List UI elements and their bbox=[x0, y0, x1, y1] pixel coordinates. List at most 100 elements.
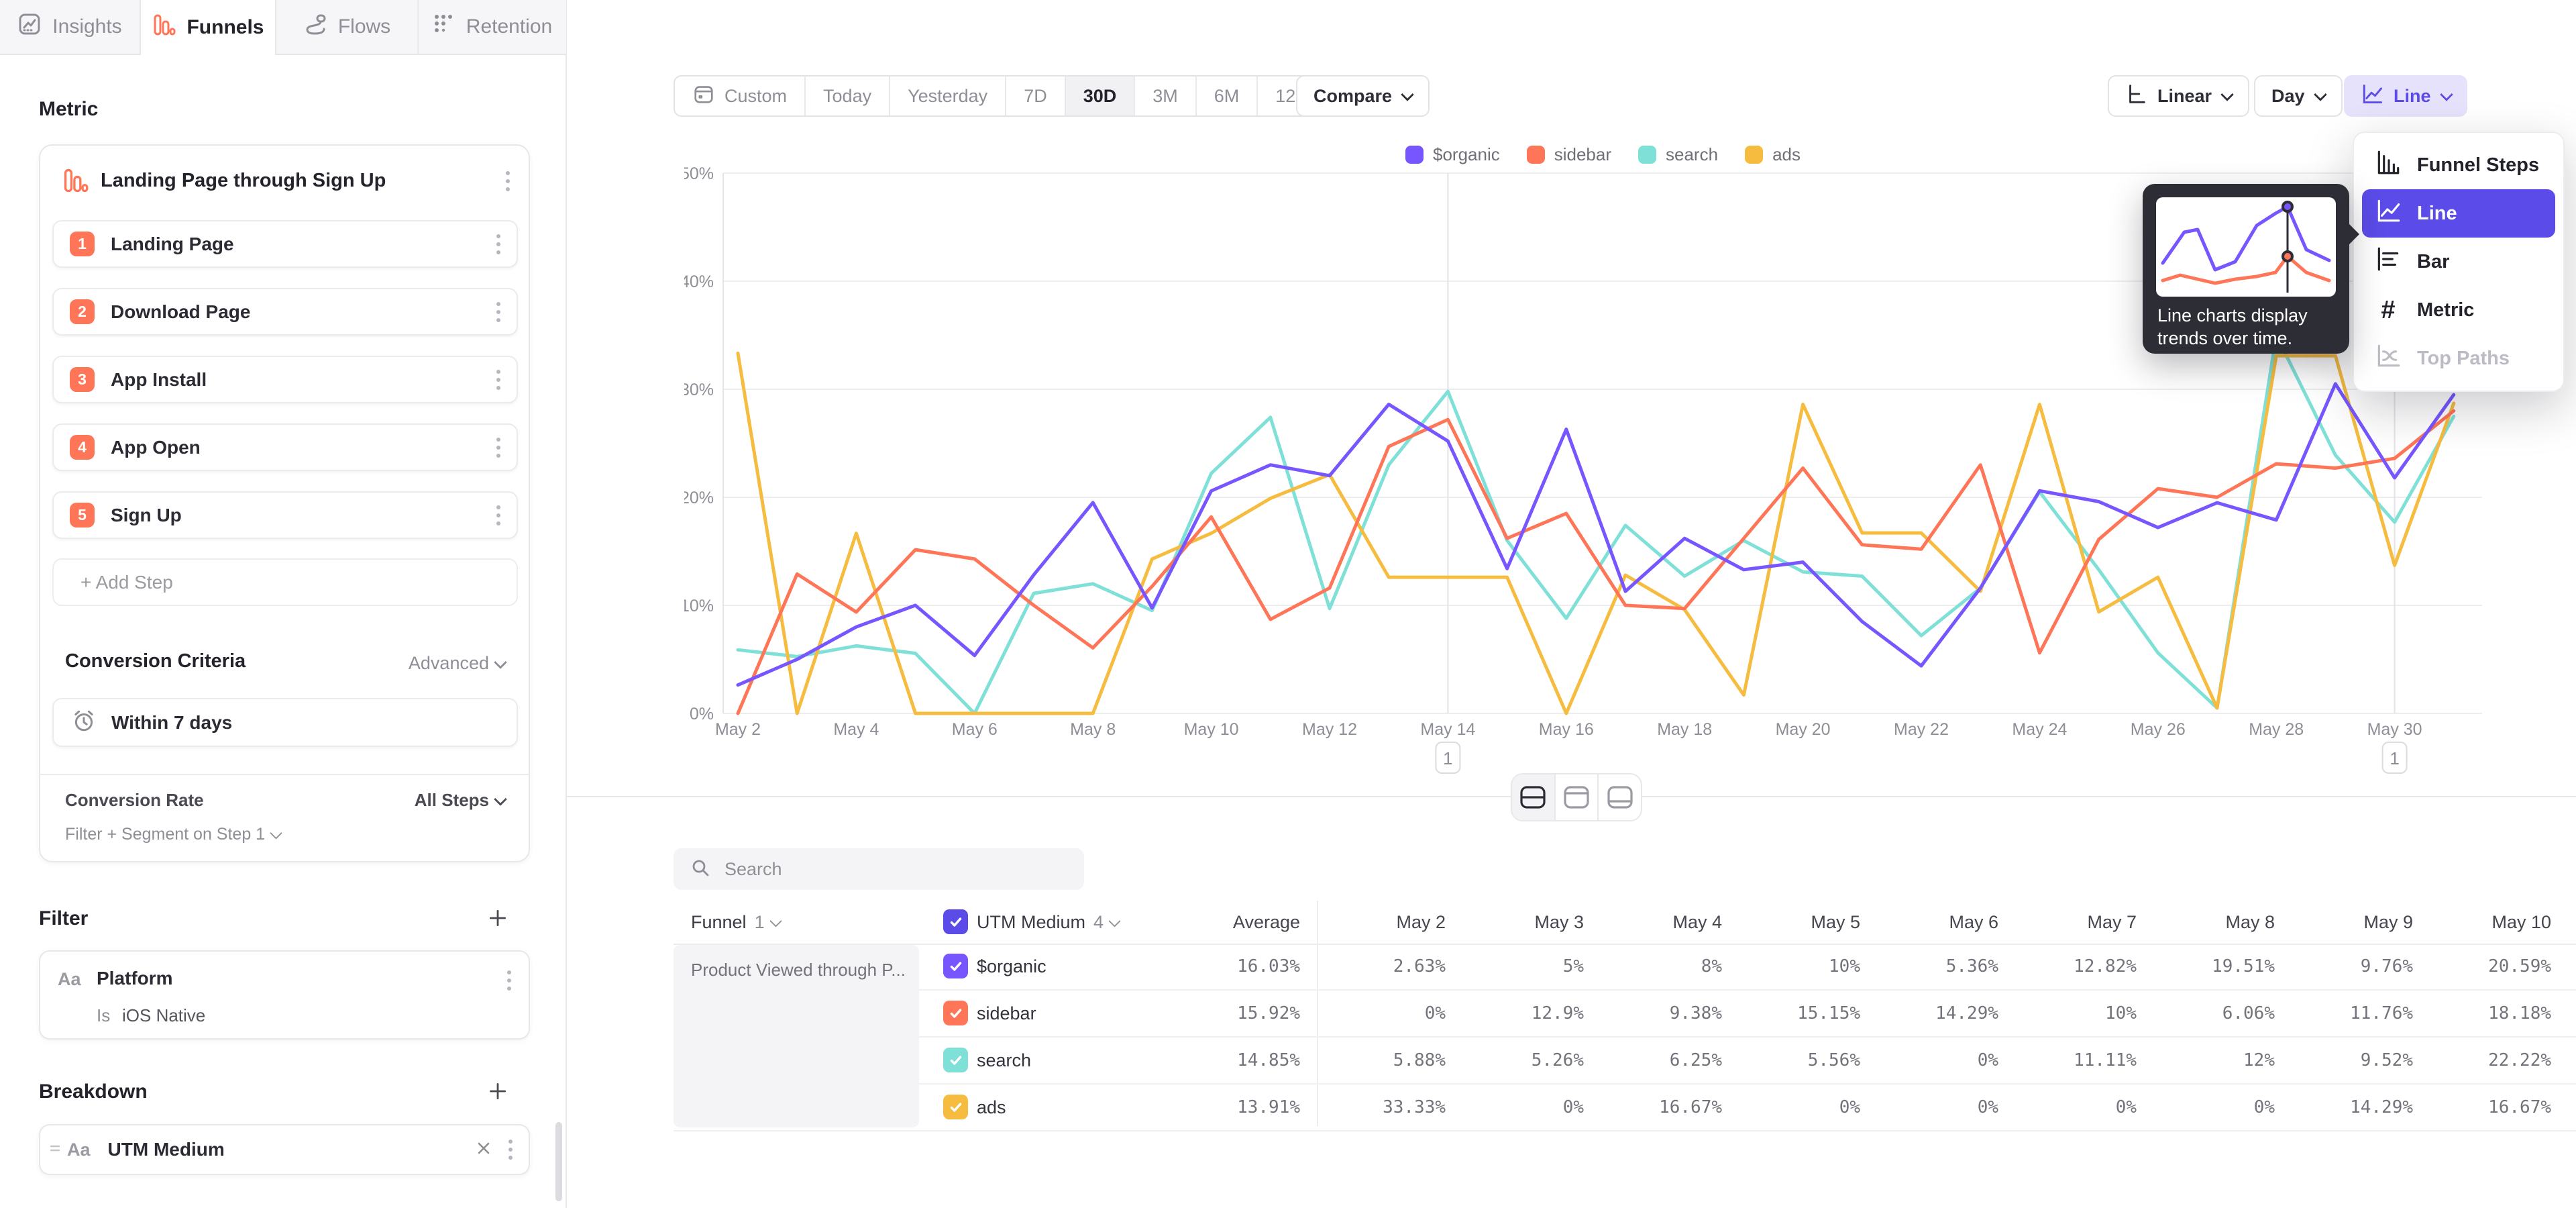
step-kebab-icon[interactable] bbox=[496, 302, 500, 322]
cell-value: 14.29% bbox=[1871, 991, 1998, 1036]
x-tick-label: May 10 bbox=[1184, 720, 1239, 739]
cell-value: 5.56% bbox=[1733, 1038, 1860, 1083]
add-step-button[interactable]: + Add Step bbox=[52, 558, 518, 606]
compare-button[interactable]: Compare bbox=[1296, 75, 1430, 117]
step-kebab-icon[interactable] bbox=[496, 370, 500, 390]
layout-toggle-group bbox=[1511, 773, 1642, 821]
cell-value: 10% bbox=[2009, 991, 2137, 1036]
step-number-badge: 1 bbox=[70, 232, 95, 256]
x-tick-label: May 8 bbox=[1070, 720, 1116, 739]
search-input[interactable] bbox=[723, 858, 1068, 880]
tab-retention[interactable]: Retention bbox=[419, 0, 565, 54]
remove-breakdown-icon[interactable] bbox=[474, 1138, 494, 1162]
menu-item-line[interactable]: Line bbox=[2362, 189, 2555, 238]
conversion-rate-dropdown[interactable]: All Steps bbox=[415, 790, 505, 811]
filter-card[interactable]: Aa Platform Is iOS Native bbox=[39, 950, 530, 1040]
row-checkbox[interactable] bbox=[943, 1095, 968, 1119]
cell-value: 18.18% bbox=[2424, 991, 2551, 1036]
funnel-step-row[interactable]: 1Landing Page bbox=[52, 220, 518, 268]
y-tick-label: 30% bbox=[684, 381, 714, 399]
breakdown-kebab-icon[interactable] bbox=[508, 1140, 513, 1160]
annotation-badge[interactable]: 1 bbox=[1436, 742, 1460, 773]
cell-value: 19.51% bbox=[2147, 944, 2275, 989]
cell-value: 0% bbox=[1871, 1085, 1998, 1130]
drag-handle-icon[interactable] bbox=[48, 1140, 62, 1160]
range-yesterday[interactable]: Yesterday bbox=[890, 77, 1006, 115]
range-6m[interactable]: 6M bbox=[1197, 77, 1258, 115]
menu-item-metric[interactable]: #Metric bbox=[2362, 286, 2555, 334]
table-row: search14.85%5.88%5.26%6.25%5.56%0%11.11%… bbox=[674, 1038, 2576, 1085]
table-row: $organic16.03%2.63%5%8%10%5.36%12.82%19.… bbox=[674, 944, 2576, 991]
x-tick-label: May 26 bbox=[2131, 720, 2186, 739]
cell-value: 9.52% bbox=[2286, 1038, 2413, 1083]
layout-chart-only-button[interactable] bbox=[1556, 774, 1599, 820]
cell-value: 13.91% bbox=[1173, 1085, 1300, 1130]
step-kebab-icon[interactable] bbox=[496, 234, 500, 254]
y-tick-label: 10% bbox=[684, 597, 714, 615]
row-checkbox[interactable] bbox=[943, 1048, 968, 1072]
series-ads bbox=[738, 353, 2454, 713]
filter-value[interactable]: iOS Native bbox=[122, 1005, 205, 1026]
table-header: Funnel 1 UTM Medium 4 AverageMay 2May 3M… bbox=[674, 901, 2576, 945]
tab-funnels[interactable]: Funnels bbox=[141, 0, 276, 55]
funnel-column-dropdown[interactable]: Funnel 1 bbox=[691, 901, 780, 944]
range-custom[interactable]: Custom bbox=[675, 77, 806, 115]
cell-value: 14.85% bbox=[1173, 1038, 1300, 1083]
cell-value: 15.15% bbox=[1733, 991, 1860, 1036]
breakdown-card[interactable]: Aa UTM Medium bbox=[39, 1124, 530, 1175]
cell-value: 16.67% bbox=[2424, 1085, 2551, 1130]
row-label: ads bbox=[977, 1085, 1006, 1130]
add-filter-button[interactable] bbox=[487, 907, 508, 932]
step-number-badge: 2 bbox=[70, 299, 95, 324]
x-tick-label: May 2 bbox=[715, 720, 761, 739]
funnel-step-row[interactable]: 2Download Page bbox=[52, 288, 518, 336]
row-checkbox[interactable] bbox=[943, 1001, 968, 1025]
line-chart-tooltip: Line charts display trends over time. bbox=[2143, 184, 2349, 354]
series-search bbox=[738, 336, 2454, 714]
table-row: sidebar15.92%0%12.9%9.38%15.15%14.29%10%… bbox=[674, 991, 2576, 1038]
add-breakdown-button[interactable] bbox=[487, 1080, 508, 1105]
chevron-down-icon bbox=[494, 793, 507, 806]
add-step-label: + Add Step bbox=[80, 572, 173, 593]
property-type-icon: Aa bbox=[58, 969, 81, 990]
funnel-cell[interactable]: Product Viewed through P... bbox=[674, 945, 919, 1127]
x-tick-label: May 4 bbox=[833, 720, 879, 739]
advanced-dropdown[interactable]: Advanced bbox=[409, 653, 505, 674]
range-today[interactable]: Today bbox=[806, 77, 890, 115]
tab-insights[interactable]: Insights bbox=[0, 0, 141, 54]
range-30d[interactable]: 30D bbox=[1066, 77, 1136, 115]
funnel-step-row[interactable]: 3App Install bbox=[52, 356, 518, 403]
filter-kebab-icon[interactable] bbox=[507, 970, 511, 991]
sidebar-scrollbar[interactable] bbox=[555, 1122, 562, 1201]
table-search bbox=[674, 848, 1084, 890]
column-header: May 7 bbox=[2009, 901, 2137, 944]
funnel-step-row[interactable]: 5Sign Up bbox=[52, 491, 518, 539]
row-label: $organic bbox=[977, 944, 1046, 989]
layout-split-button[interactable] bbox=[1512, 774, 1556, 820]
interval-dropdown[interactable]: Day bbox=[2254, 75, 2343, 117]
funnel-kebab-icon[interactable] bbox=[506, 171, 510, 191]
filter-segment-dropdown[interactable]: Filter + Segment on Step 1 bbox=[65, 825, 280, 844]
funnel-step-row[interactable]: 4App Open bbox=[52, 423, 518, 471]
conversion-window-button[interactable]: Within 7 days bbox=[52, 698, 518, 747]
funnel-title: Landing Page through Sign Up bbox=[101, 170, 386, 192]
menu-item-funnel-steps[interactable]: Funnel Steps bbox=[2362, 141, 2555, 189]
range-label: Yesterday bbox=[908, 86, 987, 107]
layout-table-only-button[interactable] bbox=[1599, 774, 1641, 820]
step-kebab-icon[interactable] bbox=[496, 438, 500, 458]
range-3m[interactable]: 3M bbox=[1135, 77, 1197, 115]
menu-item-label: Funnel Steps bbox=[2417, 154, 2539, 177]
tab-flows[interactable]: Flows bbox=[276, 0, 419, 54]
step-kebab-icon[interactable] bbox=[496, 505, 500, 525]
chart-type-dropdown[interactable]: Line bbox=[2344, 75, 2467, 117]
range-label: Today bbox=[823, 86, 871, 107]
select-all-checkbox[interactable] bbox=[943, 909, 968, 934]
menu-item-bar[interactable]: Bar bbox=[2362, 238, 2555, 286]
scale-dropdown[interactable]: Linear bbox=[2108, 75, 2249, 117]
y-tick-label: 50% bbox=[684, 164, 714, 183]
range-7d[interactable]: 7D bbox=[1006, 77, 1066, 115]
row-checkbox[interactable] bbox=[943, 954, 968, 978]
annotation-badge[interactable]: 1 bbox=[2383, 742, 2407, 773]
breakdown-column-dropdown[interactable]: UTM Medium 4 bbox=[977, 901, 1119, 944]
linear-scale-icon bbox=[2125, 83, 2148, 110]
